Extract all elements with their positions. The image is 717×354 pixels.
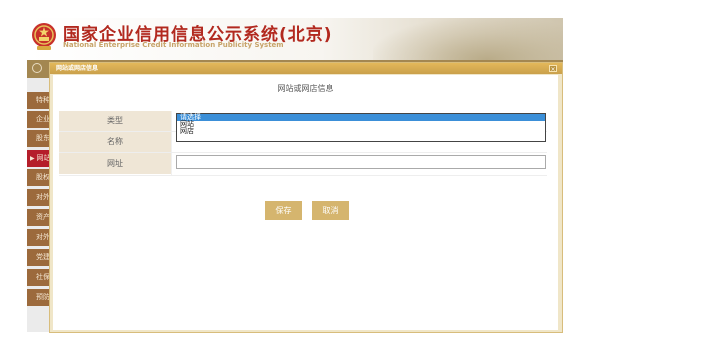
type-select-listbox[interactable]: 请选择 网站 网店 [176, 113, 546, 142]
sidebar-item-label: 特种 [36, 96, 50, 104]
cancel-button[interactable]: 取消 [312, 201, 349, 220]
header-mountain-decoration [373, 18, 563, 60]
sidebar-item-label: 股东 [36, 134, 50, 142]
sidebar-item-label: 预防 [36, 293, 50, 301]
sidebar-item-label: 社保 [36, 273, 50, 281]
save-button[interactable]: 保存 [265, 201, 302, 220]
sidebar-item-label: 企业 [36, 115, 50, 123]
site-header: 国家企业信用信息公示系统(北京) National Enterprise Cre… [27, 18, 563, 60]
website-info-dialog: 网站或网店信息 × 网站或网店信息 类型 名称 网址 请选择 网站 网店 保存 … [49, 62, 563, 333]
type-option[interactable]: 网站 [177, 121, 545, 128]
sidebar-item[interactable]: 企业 [27, 111, 51, 128]
sidebar-item[interactable]: 股权 [27, 169, 51, 186]
dialog-titlebar[interactable]: 网站或网店信息 × [50, 63, 562, 74]
national-emblem-icon [32, 23, 56, 50]
sidebar-item-active[interactable]: ▶ 网站 [27, 150, 51, 167]
sidebar-item[interactable]: 资产 [27, 209, 51, 226]
dialog-heading: 网站或网店信息 [277, 84, 334, 93]
close-button[interactable]: × [549, 65, 557, 73]
site-subtitle: National Enterprise Credit Information P… [63, 41, 284, 49]
url-label: 网址 [59, 153, 171, 174]
sidebar-item-label: 对外 [36, 193, 50, 201]
form-divider [59, 175, 547, 176]
sidebar-item[interactable]: 党建 [27, 249, 51, 266]
sidebar-item-label: 股权 [36, 173, 50, 181]
type-label: 类型 [59, 111, 171, 131]
close-icon: × [550, 66, 556, 73]
sidebar-item[interactable]: 预防 [27, 289, 51, 306]
sidebar-item-label: 对外 [36, 233, 50, 241]
sidebar-item[interactable]: 股东 [27, 130, 51, 147]
dialog-body: 网站或网店信息 类型 名称 网址 请选择 网站 网店 保存 取消 [53, 75, 558, 330]
sidebar-item-label: 党建 [36, 253, 50, 261]
type-option[interactable]: 网店 [177, 128, 545, 135]
url-input[interactable] [176, 155, 546, 169]
type-option-selected[interactable]: 请选择 [177, 114, 545, 121]
sidebar-item-label: 资产 [36, 213, 50, 221]
sidebar-item[interactable]: 对外 [27, 229, 51, 246]
sidebar-item[interactable]: 社保 [27, 269, 51, 286]
clock-icon [32, 63, 42, 73]
sidebar: 特种 企业 股东 ▶ 网站 股权 对外 资产 对外 党建 社保 预防 [27, 78, 51, 332]
sidebar-item[interactable]: 特种 [27, 92, 51, 109]
name-label: 名称 [59, 132, 171, 152]
sidebar-item[interactable]: 对外 [27, 189, 51, 206]
dialog-title: 网站或网店信息 [56, 65, 99, 72]
